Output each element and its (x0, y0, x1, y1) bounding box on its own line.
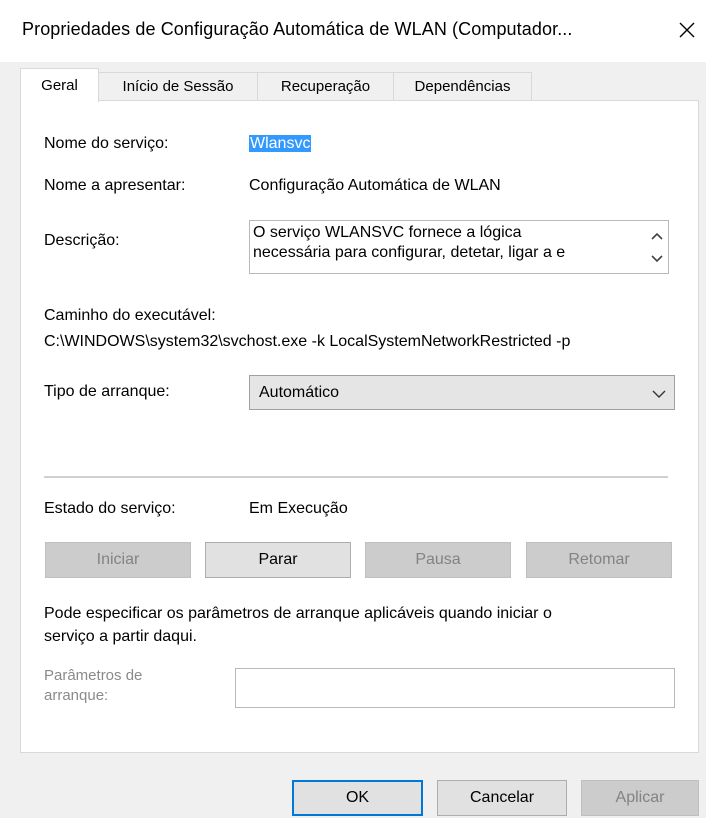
pause-button[interactable]: Pausa (365, 542, 511, 578)
chevron-up-icon (651, 232, 663, 240)
service-status-value: Em Execução (249, 500, 348, 517)
exe-path-value: C:\WINDOWS\system32\svchost.exe -k Local… (44, 333, 571, 350)
scroll-down-button[interactable] (650, 252, 664, 266)
service-name-label: Nome do serviço: (44, 135, 169, 152)
tab-geral[interactable]: Geral (20, 68, 99, 102)
startup-type-label: Tipo de arranque: (44, 383, 170, 400)
cancel-button[interactable]: Cancelar (437, 780, 567, 816)
service-status-label: Estado do serviço: (44, 500, 176, 517)
tab-label: Dependências (414, 78, 511, 95)
exe-path-label: Caminho do executável: (44, 307, 216, 324)
start-params-label: Parâmetros de arranque: (44, 667, 143, 704)
startup-type-dropdown[interactable]: Automático (249, 375, 675, 410)
resume-button[interactable]: Retomar (526, 542, 672, 578)
apply-button[interactable]: Aplicar (581, 780, 699, 816)
service-name-text: Wlansvc (249, 135, 312, 152)
close-icon (679, 22, 695, 38)
tab-label: Início de Sessão (122, 78, 234, 95)
description-textbox[interactable]: O serviço WLANSVC fornece a lógica neces… (249, 220, 669, 274)
start-params-input[interactable] (235, 668, 675, 708)
display-name-value: Configuração Automática de WLAN (249, 177, 501, 194)
start-button[interactable]: Iniciar (45, 542, 191, 578)
close-button[interactable] (672, 14, 702, 46)
ok-button-label: OK (345, 789, 370, 806)
tab-recuperacao[interactable]: Recuperação (257, 72, 394, 100)
display-name-label: Nome a apresentar: (44, 177, 186, 194)
start-button-label: Iniciar (96, 551, 140, 568)
description-label: Descrição: (44, 232, 120, 249)
chevron-down-icon (651, 255, 663, 263)
resume-button-label: Retomar (568, 551, 630, 568)
general-tab-panel (20, 100, 699, 753)
description-text: O serviço WLANSVC fornece a lógica neces… (253, 224, 566, 261)
stop-button[interactable]: Parar (205, 542, 351, 578)
tab-inicio-de-sessao[interactable]: Início de Sessão (98, 72, 258, 100)
ok-button[interactable]: OK (292, 780, 423, 816)
tab-label: Recuperação (280, 78, 371, 95)
cancel-button-label: Cancelar (469, 789, 535, 806)
stop-button-label: Parar (258, 551, 298, 568)
pause-button-label: Pausa (415, 551, 461, 568)
chevron-down-icon (652, 386, 666, 404)
start-params-hint: Pode especificar os parâmetros de arranq… (44, 605, 552, 645)
service-name-value[interactable]: Wlansvc (249, 135, 312, 153)
startup-type-selected: Automático (259, 384, 340, 401)
tab-dependencias[interactable]: Dependências (393, 72, 532, 100)
apply-button-label: Aplicar (615, 789, 665, 806)
separator (44, 476, 668, 478)
scroll-up-button[interactable] (650, 229, 664, 243)
window-title: Propriedades de Configuração Automática … (22, 19, 573, 39)
tab-label: Geral (41, 77, 78, 94)
title-bar: Propriedades de Configuração Automática … (0, 0, 706, 62)
